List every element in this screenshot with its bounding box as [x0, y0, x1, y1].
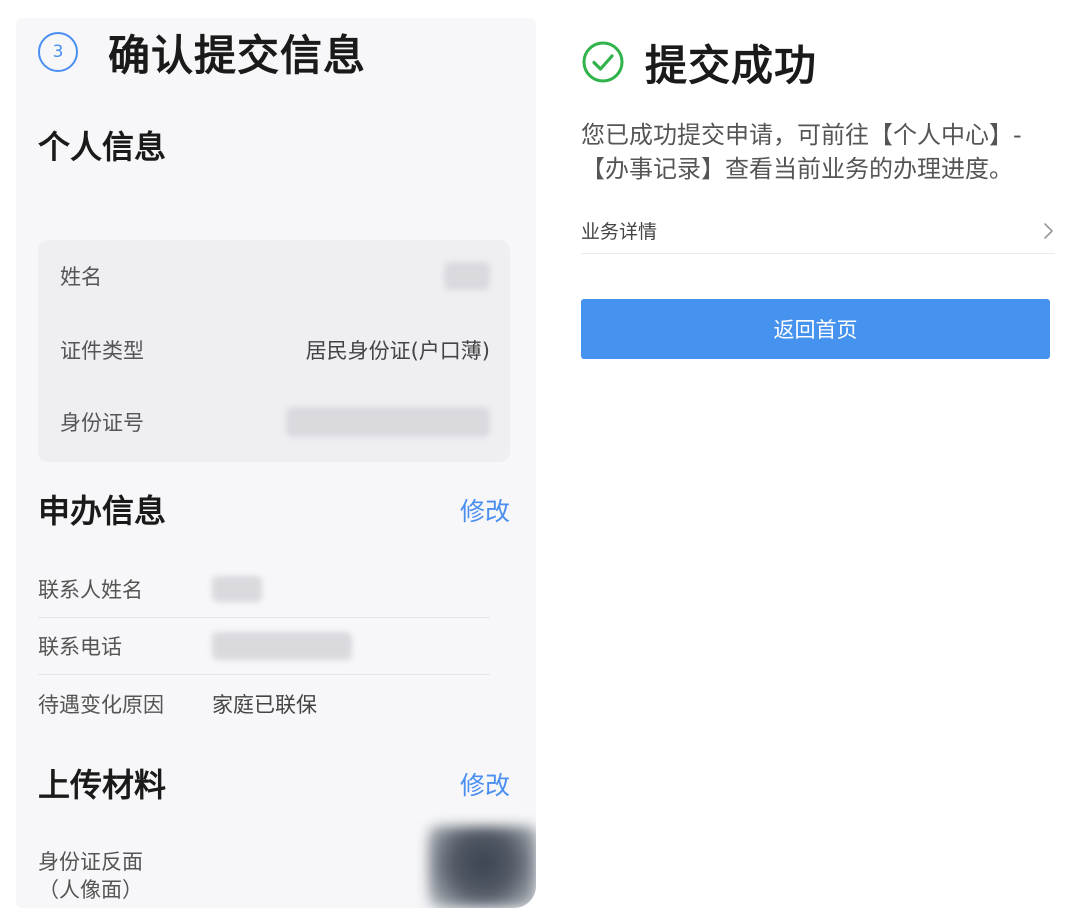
check-circle-icon — [582, 41, 624, 83]
change-reason-value: 家庭已联保 — [212, 692, 317, 717]
apply-row-contact-name: 联系人姓名 — [38, 561, 490, 618]
step-title: 确认提交信息 — [108, 30, 367, 80]
apply-row-contact-phone: 联系电话 — [38, 618, 490, 675]
apply-info-edit-link[interactable]: 修改 — [460, 492, 510, 528]
id-back-label-line2: （人像面） — [38, 878, 143, 902]
step-header: 3 确认提交信息 — [38, 22, 366, 82]
success-description: 您已成功提交申请，可前往【个人中心】-【办事记录】查看当前业务的办理进度。 — [581, 121, 1022, 183]
success-header: 提交成功 — [581, 34, 817, 90]
contact-name-label: 联系人姓名 — [38, 578, 143, 602]
business-detail-row[interactable]: 业务详情 — [581, 208, 1055, 254]
contact-name-value-redacted — [212, 576, 262, 602]
screen: 3 确认提交信息 个人信息 姓名 证件类型 居民身份证(户口薄) 身份证号 申办… — [0, 0, 1080, 917]
contact-phone-label: 联系电话 — [38, 635, 122, 659]
id-number-value-redacted — [286, 407, 490, 437]
id-back-label: 身份证反面 （人像面） — [38, 848, 143, 904]
id-type-value: 居民身份证(户口薄) — [305, 339, 490, 363]
upload-materials-edit-link[interactable]: 修改 — [460, 766, 510, 802]
change-reason-label: 待遇变化原因 — [38, 692, 164, 717]
info-row-name: 姓名 — [60, 256, 490, 296]
confirm-info-panel: 3 确认提交信息 个人信息 姓名 证件类型 居民身份证(户口薄) 身份证号 申办… — [16, 18, 536, 908]
apply-row-change-reason: 待遇变化原因 家庭已联保 — [38, 675, 490, 732]
id-type-label: 证件类型 — [60, 339, 144, 363]
info-row-id-type: 证件类型 居民身份证(户口薄) — [60, 330, 490, 370]
name-value-redacted — [444, 262, 490, 290]
step-number-badge: 3 — [38, 32, 78, 72]
personal-info-card: 姓名 证件类型 居民身份证(户口薄) 身份证号 — [38, 240, 510, 462]
submit-success-panel: 提交成功 您已成功提交申请，可前往【个人中心】-【办事记录】查看当前业务的办理进… — [555, 18, 1065, 898]
back-to-home-button[interactable]: 返回首页 — [581, 299, 1050, 359]
name-label: 姓名 — [60, 265, 102, 289]
chevron-right-icon — [1044, 222, 1053, 239]
contact-phone-value-redacted — [212, 632, 352, 660]
id-back-thumbnail[interactable] — [428, 826, 536, 908]
success-title: 提交成功 — [645, 40, 818, 90]
apply-info-title: 申办信息 — [38, 492, 167, 530]
upload-materials-title: 上传材料 — [38, 766, 167, 804]
info-row-id-number: 身份证号 — [60, 402, 490, 442]
id-number-label: 身份证号 — [60, 411, 144, 435]
personal-info-title: 个人信息 — [38, 128, 167, 166]
id-back-label-line1: 身份证反面 — [38, 850, 143, 874]
business-detail-label: 业务详情 — [581, 221, 658, 243]
